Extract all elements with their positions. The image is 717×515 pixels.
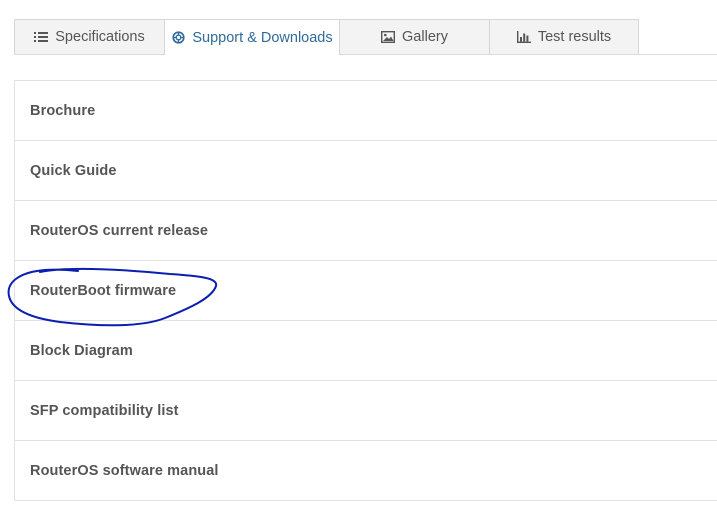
tab-bar: Specifications Support & Downloads Galle… [0,0,717,55]
bar-chart-icon [516,30,531,44]
downloads-list: Brochure Quick Guide RouterOS current re… [14,80,717,501]
download-item-routeros-current-release[interactable]: RouterOS current release [14,201,717,261]
tab-gallery[interactable]: Gallery [339,19,490,54]
download-label: RouterOS current release [30,222,209,239]
download-label: Block Diagram [30,342,133,359]
lifebuoy-icon [171,31,185,45]
tab-support-downloads[interactable]: Support & Downloads [164,19,340,55]
download-label: Brochure [30,102,96,119]
download-item-quick-guide[interactable]: Quick Guide [14,141,717,201]
tab-bar-divider [14,54,717,55]
download-item-sfp-compatibility-list[interactable]: SFP compatibility list [14,381,717,441]
image-icon [381,30,396,44]
tab-label: Gallery [402,29,448,45]
download-item-routerboot-firmware[interactable]: RouterBoot firmware [14,261,717,321]
download-label: RouterBoot firmware [30,282,177,299]
download-item-block-diagram[interactable]: Block Diagram [14,321,717,381]
download-label: RouterOS software manual [30,462,219,479]
list-icon [34,30,49,44]
tab-label: Support & Downloads [192,29,333,46]
tab-label: Test results [537,29,612,45]
download-label: Quick Guide [30,162,117,179]
download-label: SFP compatibility list [30,402,179,419]
tab-test-results[interactable]: Test results [489,19,639,54]
tab-label: Specifications [55,29,145,45]
download-item-brochure[interactable]: Brochure [14,81,717,141]
download-item-routeros-software-manual[interactable]: RouterOS software manual [14,441,717,501]
tab-specifications[interactable]: Specifications [14,19,165,54]
